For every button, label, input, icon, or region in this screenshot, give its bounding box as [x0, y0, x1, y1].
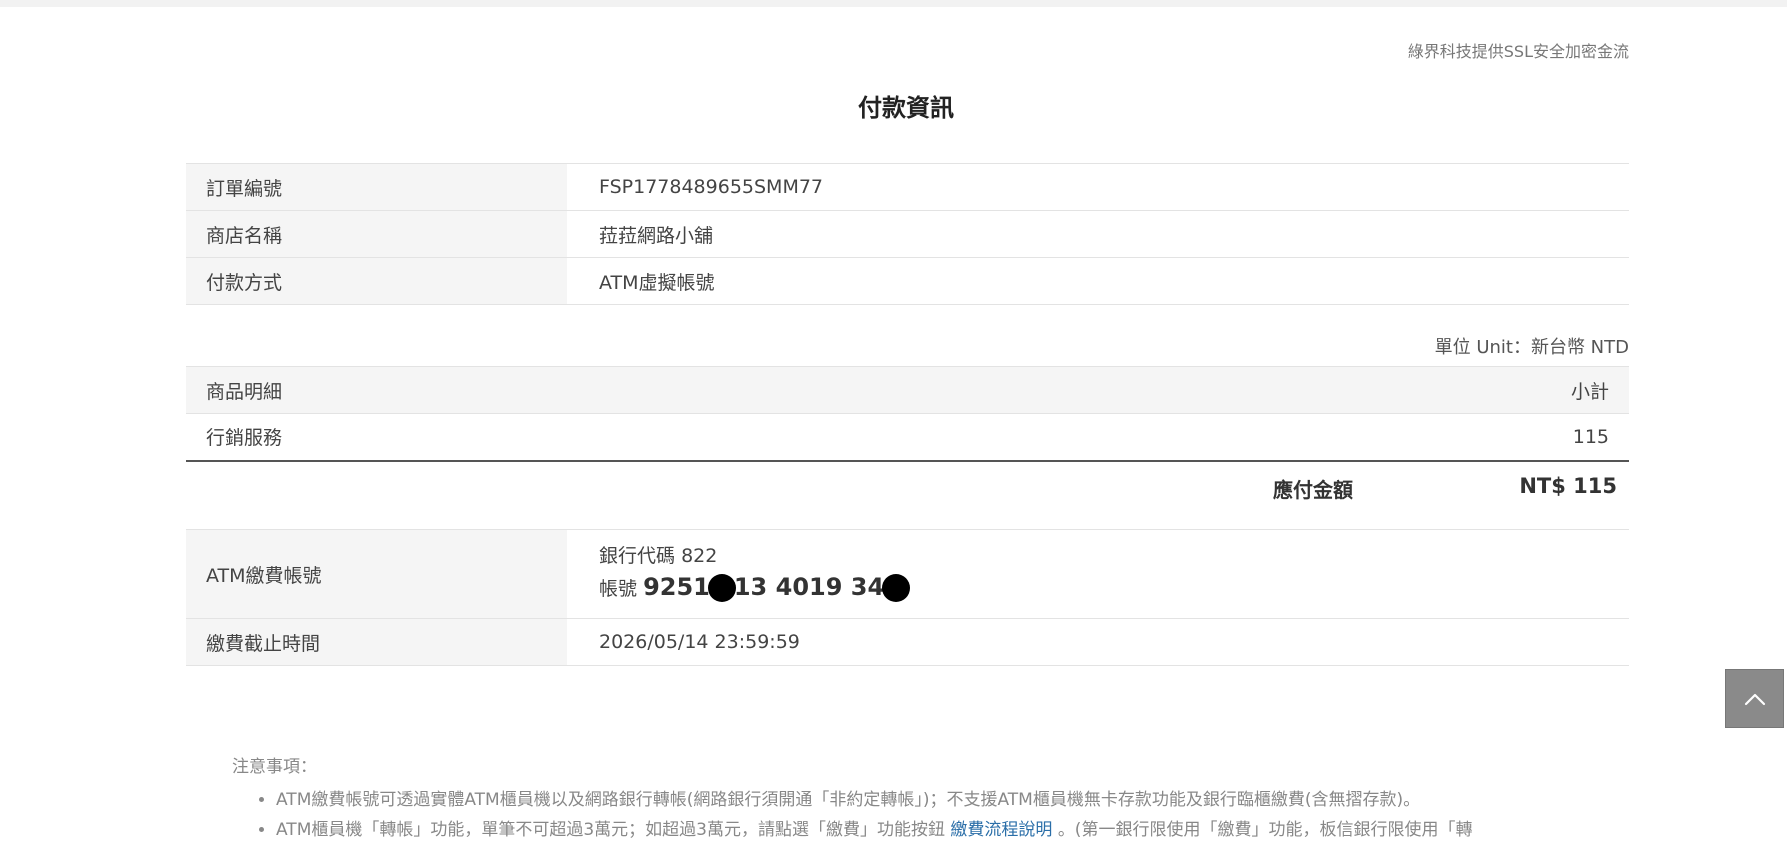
account-number-line[interactable]: 帳號 9251 13 4019 34	[599, 570, 1629, 606]
chevron-up-icon	[1744, 693, 1765, 705]
store-name-label: 商店名稱	[186, 210, 567, 258]
note-text: ATM櫃員機「轉帳」功能，單筆不可超過3萬元；如超過3萬元，請點選「繳費」功能按…	[276, 820, 945, 840]
deadline-value: 2026/05/14 23:59:59	[567, 618, 1629, 666]
atm-info-table: ATM繳費帳號 銀行代碼 822 帳號 9251 13 4019 34 繳費截止時…	[186, 529, 1629, 666]
notes-title: 注意事項：	[232, 757, 317, 777]
table-row: 付款方式 ATM虛擬帳號	[186, 257, 1629, 305]
bank-code-prefix: 銀行代碼	[599, 545, 676, 567]
list-item: ATM繳費帳號可透過實體ATM櫃員機以及網路銀行轉帳(網路銀行須開通「非約定轉帳…	[276, 785, 1632, 815]
atm-account-cell: 銀行代碼 822 帳號 9251 13 4019 34	[567, 529, 1629, 619]
item-name: 行銷服務	[186, 413, 1086, 462]
top-strip	[0, 0, 1787, 7]
notes-list: ATM繳費帳號可透過實體ATM櫃員機以及網路銀行轉帳(網路銀行須開通「非約定轉帳…	[232, 785, 1632, 845]
redaction-mark	[882, 573, 911, 602]
order-info-table: 訂單編號 FSP1778489655SMM77 商店名稱 菈菈網路小舖 付款方式…	[186, 163, 1629, 305]
ssl-note: 綠界科技提供SSL安全加密金流	[1407, 42, 1629, 61]
payment-method-label: 付款方式	[186, 257, 567, 305]
list-item: ATM櫃員機「轉帳」功能，單筆不可超過3萬元；如超過3萬元，請點選「繳費」功能按…	[276, 815, 1632, 845]
table-row: 商店名稱 菈菈網路小舖	[186, 210, 1629, 258]
item-detail-header: 商品明細	[186, 366, 1086, 414]
atm-account-label: ATM繳費帳號	[186, 529, 567, 619]
order-number-label: 訂單編號	[186, 163, 567, 211]
subtotal-header: 小計	[1085, 366, 1629, 414]
payment-process-link[interactable]: 繳費流程說明	[950, 820, 1052, 840]
bank-code-line: 銀行代碼 822	[599, 542, 1629, 570]
bank-code-value: 822	[681, 545, 718, 567]
store-name-value: 菈菈網路小舖	[567, 210, 1629, 258]
total-amount-value: NT$ 115	[1519, 474, 1617, 498]
table-row: 繳費截止時間 2026/05/14 23:59:59	[186, 618, 1629, 666]
deadline-label: 繳費截止時間	[186, 618, 567, 666]
total-amount-label: 應付金額	[1273, 478, 1353, 502]
redaction-mark	[707, 573, 736, 602]
table-row: 訂單編號 FSP1778489655SMM77	[186, 163, 1629, 211]
order-number-value: FSP1778489655SMM77	[567, 163, 1629, 211]
account-prefix: 帳號	[599, 578, 638, 600]
account-number-part1: 9251	[643, 573, 710, 601]
notes-section: 注意事項： ATM繳費帳號可透過實體ATM櫃員機以及網路銀行轉帳(網路銀行須開通…	[232, 752, 1632, 845]
note-text: ATM繳費帳號可透過實體ATM櫃員機以及網路銀行轉帳(網路銀行須開通「非約定轉帳…	[276, 790, 1421, 810]
payment-method-value: ATM虛擬帳號	[567, 257, 1629, 305]
back-to-top-button[interactable]	[1725, 669, 1784, 728]
currency-unit-note: 單位 Unit：新台幣 NTD	[1434, 337, 1629, 358]
item-subtotal: 115	[1085, 413, 1629, 462]
page-title: 付款資訊	[858, 94, 954, 122]
account-number-part2: 13 4019 34	[733, 573, 885, 601]
items-table: 商品明細 小計 行銷服務 115	[186, 366, 1629, 462]
table-row: ATM繳費帳號 銀行代碼 822 帳號 9251 13 4019 34	[186, 529, 1629, 619]
items-header-row: 商品明細 小計	[186, 366, 1629, 414]
table-row: 行銷服務 115	[186, 413, 1629, 462]
note-text: 。(第一銀行限使用「繳費」功能，板信銀行限使用「轉	[1057, 820, 1473, 840]
